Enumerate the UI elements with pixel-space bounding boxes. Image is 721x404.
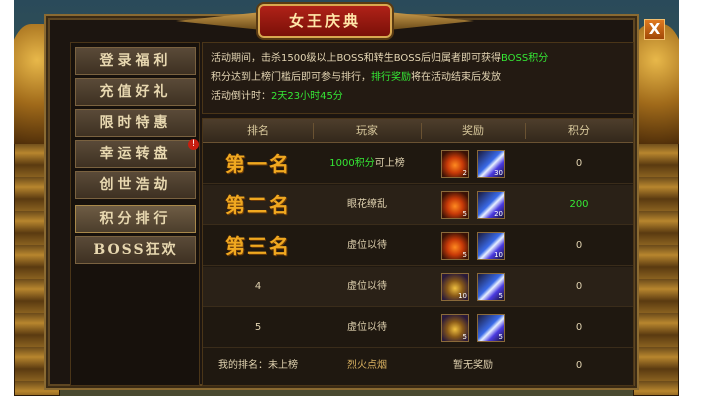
table-row: 第一名 1000积分可上榜 2 30 0 bbox=[203, 144, 633, 184]
item-count: 5 bbox=[462, 251, 467, 259]
crystal-icon[interactable]: 20 bbox=[477, 191, 505, 219]
close-button[interactable]: X bbox=[644, 19, 665, 40]
ranking-table: 排名 玩家 奖励 积分 第一名 1000积分可上榜 2 30 0 第二名 眼花缭… bbox=[202, 118, 634, 386]
my-score: 0 bbox=[575, 360, 583, 371]
sidebar: 登录福利 充值好礼 限时特惠 幸运转盘 创世浩劫 积分排行 BOSS狂欢 bbox=[70, 42, 200, 386]
table-row: 第三名 虚位以待 5 10 0 bbox=[203, 226, 633, 266]
sidebar-item-genesis-catastrophe[interactable]: 创世浩劫 bbox=[75, 171, 196, 199]
event-description: 活动期间，击杀1500级以上BOSS和转生BOSS后归属者即可获得BOSS积分 … bbox=[202, 42, 634, 114]
my-rank-label: 我的排名：未上榜 bbox=[218, 360, 298, 371]
table-row: 第二名 眼花缭乱 5 20 200 bbox=[203, 185, 633, 225]
chest-icon[interactable]: 5 bbox=[441, 314, 469, 342]
my-rank-row: 我的排名：未上榜 烈火点烟 暂无奖励 0 bbox=[203, 347, 633, 385]
reward-cell: 10 5 bbox=[421, 267, 525, 307]
info-line-2: 积分达到上榜门槛后即可参与排行，排行奖励将在活动结束后发放 bbox=[211, 68, 625, 87]
chest-icon[interactable]: 10 bbox=[441, 273, 469, 301]
threshold-text: 可上榜 bbox=[374, 158, 405, 169]
rank-cell: 5 bbox=[254, 322, 262, 333]
score-cell: 0 bbox=[575, 281, 583, 292]
info-text: 积分达到上榜门槛后即可参与排行， bbox=[211, 72, 371, 83]
sidebar-item-boss-carnival[interactable]: BOSS狂欢 bbox=[75, 236, 196, 264]
rank-cell: 4 bbox=[254, 281, 262, 292]
notification-badge: ! bbox=[188, 139, 199, 150]
crystal-icon[interactable]: 30 bbox=[477, 150, 505, 178]
item-count: 5 bbox=[462, 210, 467, 218]
my-player-name: 烈火点烟 bbox=[347, 360, 387, 371]
score-cell: 200 bbox=[569, 199, 589, 210]
header-reward: 奖励 bbox=[462, 124, 484, 137]
reward-cell: 5 10 bbox=[421, 226, 525, 266]
player-cell: 虚位以待 bbox=[347, 240, 387, 251]
table-header: 排名 玩家 奖励 积分 bbox=[203, 119, 633, 143]
rank-cell: 第二名 bbox=[225, 193, 291, 217]
sidebar-item-points-ranking[interactable]: 积分排行 bbox=[75, 205, 196, 233]
potion-icon[interactable]: 5 bbox=[441, 232, 469, 260]
sidebar-item-login-bonus[interactable]: 登录福利 bbox=[75, 47, 196, 75]
close-icon: X bbox=[648, 20, 661, 38]
item-count: 10 bbox=[494, 251, 503, 259]
reward-cell: 5 5 bbox=[421, 308, 525, 348]
info-text: 将在活动结束后发放 bbox=[411, 72, 501, 83]
player-cell: 1000积分可上榜 bbox=[313, 144, 421, 184]
potion-icon[interactable]: 2 bbox=[441, 150, 469, 178]
window-title-text: 女王庆典 bbox=[288, 12, 361, 30]
item-count: 5 bbox=[498, 333, 503, 341]
item-count: 10 bbox=[458, 292, 467, 300]
score-cell: 0 bbox=[575, 158, 583, 169]
item-count: 2 bbox=[462, 169, 467, 177]
header-rank: 排名 bbox=[247, 124, 269, 137]
item-count: 5 bbox=[498, 292, 503, 300]
info-highlight: BOSS积分 bbox=[500, 53, 549, 64]
my-reward: 暂无奖励 bbox=[453, 360, 493, 371]
countdown-value: 2天23小时45分 bbox=[271, 91, 343, 102]
crystal-icon[interactable]: 5 bbox=[477, 314, 505, 342]
player-cell: 虚位以待 bbox=[347, 281, 387, 292]
potion-icon[interactable]: 5 bbox=[441, 191, 469, 219]
player-cell: 虚位以待 bbox=[347, 322, 387, 333]
score-cell: 0 bbox=[575, 322, 583, 333]
sidebar-item-limited-offer[interactable]: 限时特惠 bbox=[75, 109, 196, 137]
crystal-icon[interactable]: 10 bbox=[477, 232, 505, 260]
threshold-points: 1000积分 bbox=[329, 158, 375, 169]
score-cell: 0 bbox=[575, 240, 583, 251]
countdown-label: 活动倒计时： bbox=[211, 91, 271, 102]
item-count: 5 bbox=[462, 333, 467, 341]
header-player: 玩家 bbox=[356, 124, 378, 137]
info-line-3: 活动倒计时：2天23小时45分 bbox=[211, 87, 625, 106]
info-text: 活动期间，击杀1500级以上BOSS和转生BOSS后归属者即可获得 bbox=[211, 53, 501, 64]
info-line-1: 活动期间，击杀1500级以上BOSS和转生BOSS后归属者即可获得BOSS积分 bbox=[211, 49, 625, 68]
item-count: 30 bbox=[494, 169, 503, 177]
table-row: 5 虚位以待 5 5 0 bbox=[203, 308, 633, 348]
table-row: 4 虚位以待 10 5 0 bbox=[203, 267, 633, 307]
sidebar-item-recharge-gift[interactable]: 充值好礼 bbox=[75, 78, 196, 106]
item-count: 20 bbox=[494, 210, 503, 218]
window-title: 女王庆典 bbox=[258, 4, 392, 38]
info-highlight: 排行奖励 bbox=[371, 72, 411, 83]
sidebar-item-lucky-wheel[interactable]: 幸运转盘 bbox=[75, 140, 196, 168]
player-cell: 眼花缭乱 bbox=[347, 199, 387, 210]
rank-cell: 第一名 bbox=[225, 152, 291, 176]
crystal-icon[interactable]: 5 bbox=[477, 273, 505, 301]
header-score: 积分 bbox=[568, 124, 590, 137]
reward-cell: 5 20 bbox=[421, 185, 525, 225]
reward-cell: 2 30 bbox=[421, 144, 525, 184]
rank-cell: 第三名 bbox=[225, 234, 291, 258]
